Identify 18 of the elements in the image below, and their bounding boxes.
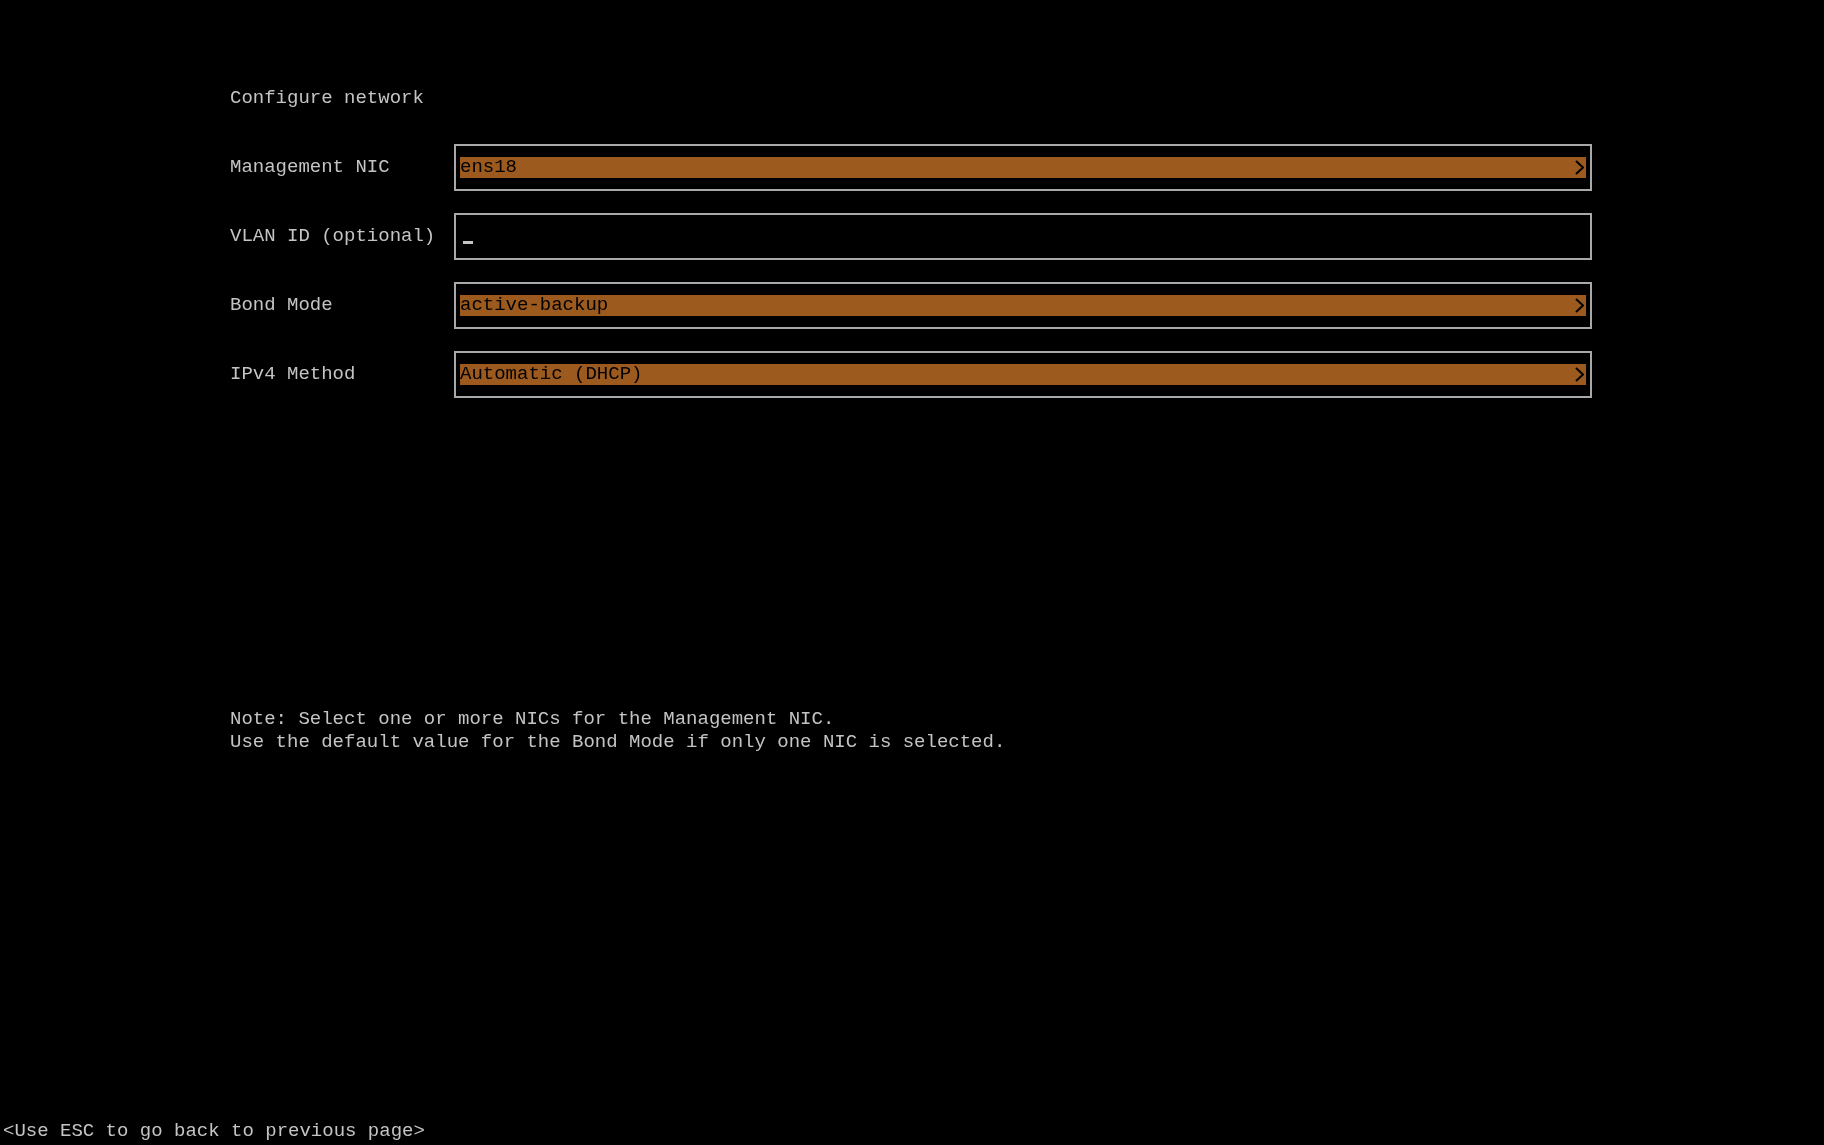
field-label: IPv4 Method	[230, 363, 356, 385]
field-label: Bond Mode	[230, 294, 333, 316]
note-text: Use the default value for the Bond Mode if only one NIC is selected.	[230, 731, 1006, 754]
dropdown-field[interactable]: active-backup	[454, 282, 1592, 329]
dropdown-field[interactable]: Automatic (DHCP)	[454, 351, 1592, 398]
page-title: Configure network	[230, 87, 424, 110]
help-text: <Use ESC to go back to previous page>	[3, 1120, 425, 1143]
selected-value[interactable]: ens18	[460, 157, 1586, 178]
note-text: Note: Select one or more NICs for the Management NIC.	[230, 708, 835, 731]
field-label: VLAN ID (optional)	[230, 225, 436, 247]
selected-value[interactable]: active-backup	[460, 295, 1586, 316]
dropdown-field[interactable]: ens18	[454, 144, 1592, 191]
selected-value[interactable]: Automatic (DHCP)	[460, 364, 1586, 385]
input-field[interactable]	[454, 213, 1592, 260]
chevron-right-icon	[1575, 367, 1584, 382]
chevron-right-icon	[1575, 160, 1584, 175]
field-label: Management NIC	[230, 156, 390, 178]
chevron-right-icon	[1575, 298, 1584, 313]
